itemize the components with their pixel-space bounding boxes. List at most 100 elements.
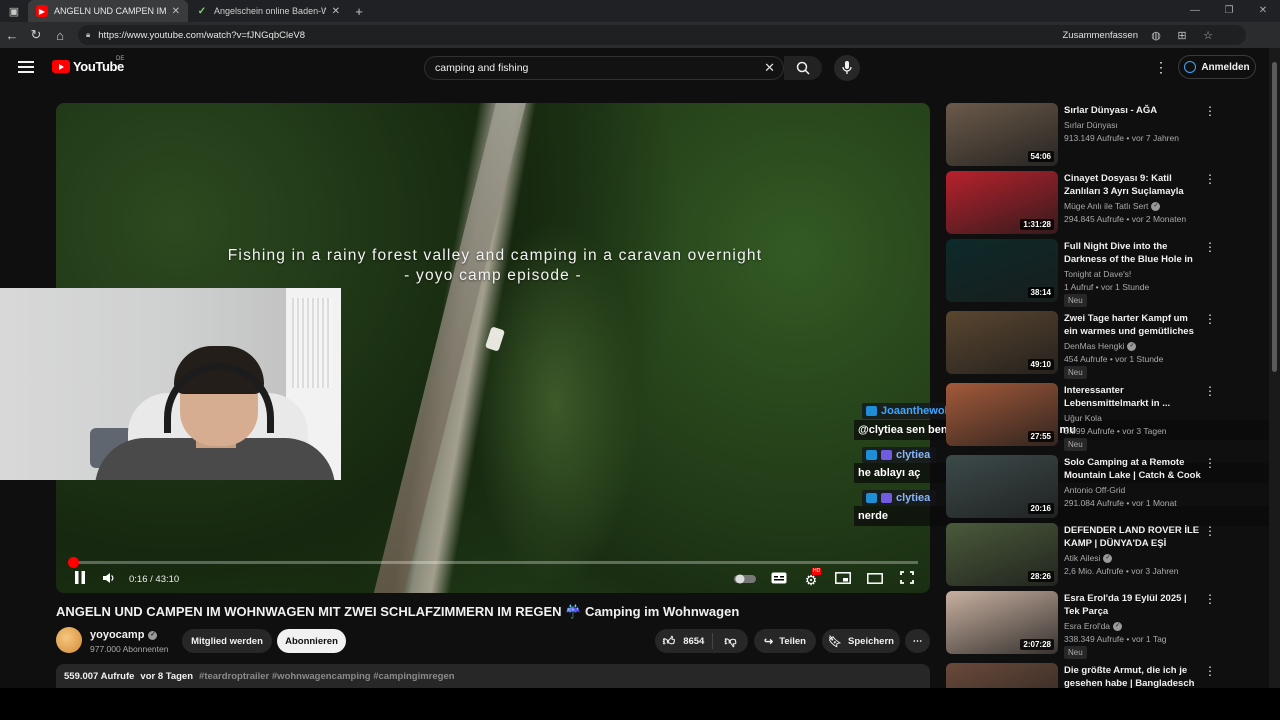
lock-icon[interactable]: 🔒︎ — [86, 30, 90, 40]
progress-scrubber[interactable] — [68, 557, 80, 568]
recommendation-item[interactable]: 49:10 Zwei Tage harter Kampf um ein warm… — [946, 311, 1216, 379]
tab-actions-icon[interactable]: ▣ — [0, 0, 28, 22]
url-field[interactable]: 🔒︎ https://www.youtube.com/watch?v=fJNGq… — [78, 25, 1246, 45]
home-icon[interactable]: ⌂ — [48, 28, 72, 43]
more-vertical-icon[interactable]: ⋮ — [1204, 456, 1216, 470]
browser-tab-angelschein[interactable]: ✓ Angelschein online Baden-Württemberg ✕ — [188, 0, 348, 22]
recommendation-title[interactable]: Esra Erol'da 19 Eylül 2025 | Tek Parça — [1064, 592, 1202, 618]
dislike-button[interactable]: 👎︎ — [713, 634, 748, 649]
join-label: Mitglied werden — [191, 635, 263, 647]
miniplayer-button[interactable] — [834, 571, 852, 589]
settings-more-icon[interactable]: ⋮ — [1154, 60, 1168, 74]
menu-icon[interactable] — [18, 61, 34, 73]
browser-tab-youtube[interactable]: ▶ ANGELN UND CAMPEN IM WOHNWAGEN ✕ — [28, 0, 188, 22]
recommendation-item[interactable]: 2:07:28 Esra Erol'da 19 Eylül 2025 | Tek… — [946, 591, 1216, 659]
voice-search-button[interactable] — [834, 55, 860, 81]
share-button[interactable]: ↪ Teilen — [754, 629, 816, 653]
minimize-icon[interactable]: — — [1178, 0, 1212, 22]
chat-badge-icon — [881, 450, 892, 460]
description-box[interactable]: 559.007 Aufrufe vor 8 Tagen #teardroptra… — [56, 664, 930, 688]
more-vertical-icon[interactable]: ⋮ — [1204, 592, 1216, 606]
pause-button[interactable] — [72, 571, 88, 589]
progress-bar[interactable] — [68, 557, 918, 568]
copilot-summary-icon[interactable]: ◍ — [1148, 29, 1164, 42]
more-vertical-icon[interactable]: ⋮ — [1204, 240, 1216, 254]
video-thumbnail[interactable]: 2:07:28 — [946, 591, 1058, 654]
volume-button[interactable] — [102, 571, 116, 589]
search-input[interactable]: camping and fishing ✕ — [424, 56, 784, 80]
recommendation-title[interactable]: Solo Camping at a Remote Mountain Lake |… — [1064, 456, 1202, 483]
reload-icon[interactable]: ↻ — [24, 27, 48, 43]
video-thumbnail[interactable]: 38:14 — [946, 239, 1058, 302]
youtube-logo[interactable]: YouTube DE — [52, 56, 124, 74]
close-tab-icon[interactable]: ✕ — [172, 6, 180, 17]
recommendation-title[interactable]: Cinayet Dosyası 9: Katil Zanlıları 3 Ayr… — [1064, 172, 1202, 199]
video-thumbnail[interactable]: 28:26 — [946, 523, 1058, 586]
video-thumbnail[interactable]: 49:10 — [946, 311, 1058, 374]
recommendation-item[interactable]: Die größte Armut, die ich je gesehen hab… — [946, 663, 1216, 688]
theater-mode-button[interactable] — [866, 571, 884, 589]
recommendation-item[interactable]: 28:26 DEFENDER LAND ROVER İLE KAMP | DÜN… — [946, 523, 1216, 587]
recommendation-channel[interactable]: Sırlar Dünyası — [1064, 120, 1118, 130]
recommendation-channel[interactable]: Atik Ailesi ✓ — [1064, 553, 1113, 563]
recommendation-title[interactable]: Full Night Dive into the Darkness of the… — [1064, 240, 1202, 267]
recommendation-channel[interactable]: Uğur Kola — [1064, 413, 1102, 423]
recommendation-title[interactable]: Interessanter Lebensmittelmarkt in ... — [1064, 384, 1202, 410]
more-vertical-icon[interactable]: ⋮ — [1204, 172, 1216, 186]
recommendation-item[interactable]: 27:55 Interessanter Lebensmittelmarkt in… — [946, 383, 1216, 451]
more-vertical-icon[interactable]: ⋮ — [1204, 312, 1216, 326]
fullscreen-button[interactable] — [898, 571, 916, 589]
channel-avatar[interactable] — [56, 627, 82, 653]
clear-search-icon[interactable]: ✕ — [764, 60, 775, 76]
like-button[interactable]: 👍︎ 8654 — [655, 633, 713, 649]
join-button[interactable]: Mitglied werden — [182, 629, 272, 653]
recommendation-channel[interactable]: Antonio Off-Grid — [1064, 485, 1125, 495]
back-icon[interactable]: ← — [0, 28, 24, 43]
favorite-star-icon[interactable]: ☆ — [1200, 29, 1216, 42]
microphone-icon — [842, 61, 852, 74]
more-vertical-icon[interactable]: ⋮ — [1204, 384, 1216, 398]
recommendation-item[interactable]: 1:31:28 Cinayet Dosyası 9: Katil Zanlıla… — [946, 171, 1216, 235]
settings-button[interactable]: ⚙ HD — [802, 568, 822, 590]
recommendation-title[interactable]: Zwei Tage harter Kampf um ein warmes und… — [1064, 312, 1202, 339]
chat-badge-icon — [866, 406, 877, 416]
restore-icon[interactable]: ❐ — [1212, 0, 1246, 22]
subtitles-button[interactable] — [770, 571, 788, 589]
more-vertical-icon[interactable]: ⋮ — [1204, 104, 1216, 118]
recommendation-channel[interactable]: Müge Anlı ile Tatlı Sert ✓ — [1064, 201, 1161, 211]
more-vertical-icon[interactable]: ⋮ — [1204, 664, 1216, 678]
recommendation-title[interactable]: DEFENDER LAND ROVER İLE KAMP | DÜNYA'DA … — [1064, 524, 1202, 551]
page-scrollbar[interactable] — [1269, 48, 1280, 688]
hashtags[interactable]: #teardroptrailer #wohnwagencamping #camp… — [199, 671, 455, 682]
channel-name[interactable]: yoyocamp ✓ — [90, 629, 158, 641]
more-actions-button[interactable]: ⋯ — [905, 629, 930, 653]
signin-button[interactable]: Anmelden — [1178, 55, 1256, 79]
video-thumbnail[interactable]: 27:55 — [946, 383, 1058, 446]
search-button[interactable] — [784, 56, 822, 80]
scrollbar-thumb[interactable] — [1272, 62, 1277, 372]
recommendation-title[interactable]: Sırlar Dünyası - AĞA — [1064, 104, 1202, 117]
video-thumbnail[interactable]: 20:16 — [946, 455, 1058, 518]
autoplay-toggle[interactable] — [734, 571, 756, 589]
subscriber-count: 977.000 Abonnenten — [90, 644, 169, 654]
save-button[interactable]: 🔖︎ Speichern — [822, 629, 900, 653]
summarize-label[interactable]: Zusammenfassen — [1062, 30, 1138, 41]
recommendation-item[interactable]: 38:14 Full Night Dive into the Darkness … — [946, 239, 1216, 307]
recommendation-channel[interactable]: DenMas Hengki ✓ — [1064, 341, 1137, 351]
video-thumbnail[interactable]: 1:31:28 — [946, 171, 1058, 234]
close-tab-icon[interactable]: ✕ — [332, 6, 340, 17]
video-thumbnail[interactable] — [946, 663, 1058, 688]
recommendation-channel[interactable]: Esra Erol'da ✓ — [1064, 621, 1123, 631]
app-install-icon[interactable]: ⊞ — [1174, 29, 1190, 42]
channel-text: Atik Ailesi — [1064, 553, 1101, 563]
recommendation-item[interactable]: 54:06 Sırlar Dünyası - AĞA Sırlar Dünyas… — [946, 103, 1216, 167]
new-tab-button[interactable]: + — [348, 4, 370, 19]
close-window-icon[interactable]: ✕ — [1246, 0, 1280, 22]
more-vertical-icon[interactable]: ⋮ — [1204, 524, 1216, 538]
recommendation-channel[interactable]: Tonight at Dave's! — [1064, 269, 1131, 279]
fullscreen-icon — [900, 571, 914, 584]
video-thumbnail[interactable]: 54:06 — [946, 103, 1058, 166]
recommendation-title[interactable]: Die größte Armut, die ich je gesehen hab… — [1064, 664, 1202, 688]
subscribe-button[interactable]: Abonnieren — [277, 629, 346, 653]
recommendation-item[interactable]: 20:16 Solo Camping at a Remote Mountain … — [946, 455, 1216, 519]
